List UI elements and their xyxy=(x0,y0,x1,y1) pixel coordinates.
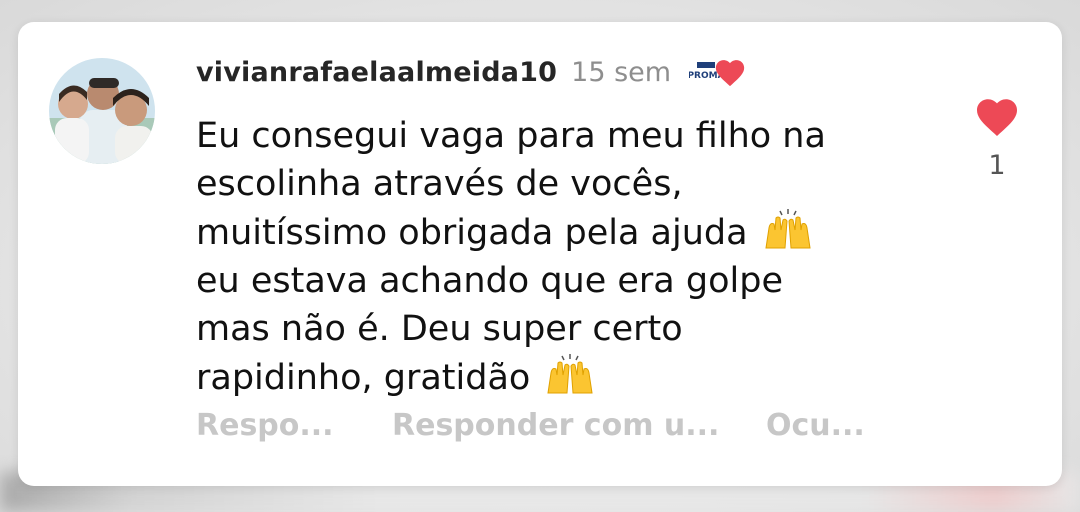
hide-button[interactable]: Ocu... xyxy=(766,408,865,443)
comment-line: eu estava achando que era golpe xyxy=(196,261,783,301)
comment-actions: Respo... Responder com u... Ocu... xyxy=(196,408,865,443)
comment-header: vivianrafaelaalmeida10 15 sem PROMA xyxy=(196,52,755,92)
like-control: 1 xyxy=(969,94,1025,181)
username[interactable]: vivianrafaelaalmeida10 xyxy=(196,57,557,88)
raising-hands-icon xyxy=(547,354,594,394)
like-count[interactable]: 1 xyxy=(969,150,1025,181)
avatar[interactable] xyxy=(49,58,155,164)
comment-line: Eu consegui vaga para meu filho na xyxy=(196,116,826,156)
timestamp: 15 sem xyxy=(571,56,672,88)
comment-card: vivianrafaelaalmeida10 15 sem PROMA Eu c… xyxy=(18,22,1062,486)
comment-line: rapidinho, gratidão xyxy=(196,358,531,398)
heart-icon xyxy=(715,60,745,87)
reply-with-button[interactable]: Responder com u... xyxy=(392,408,766,443)
comment-line-with-emoji: muitíssimo obrigada pela ajuda xyxy=(196,208,926,257)
comment-line: mas não é. Deu super certo xyxy=(196,309,683,349)
comment-line-with-emoji: rapidinho, gratidão xyxy=(196,353,926,402)
comment-line: muitíssimo obrigada pela ajuda xyxy=(196,213,748,253)
reply-button[interactable]: Respo... xyxy=(196,408,392,443)
raising-hands-icon xyxy=(765,209,811,249)
creator-liked-badge: PROMA xyxy=(689,52,755,92)
like-heart-icon[interactable] xyxy=(973,94,1021,138)
comment-text: Eu consegui vaga para meu filho na escol… xyxy=(196,112,926,402)
comment-line: escolinha através de vocês, xyxy=(196,164,683,204)
